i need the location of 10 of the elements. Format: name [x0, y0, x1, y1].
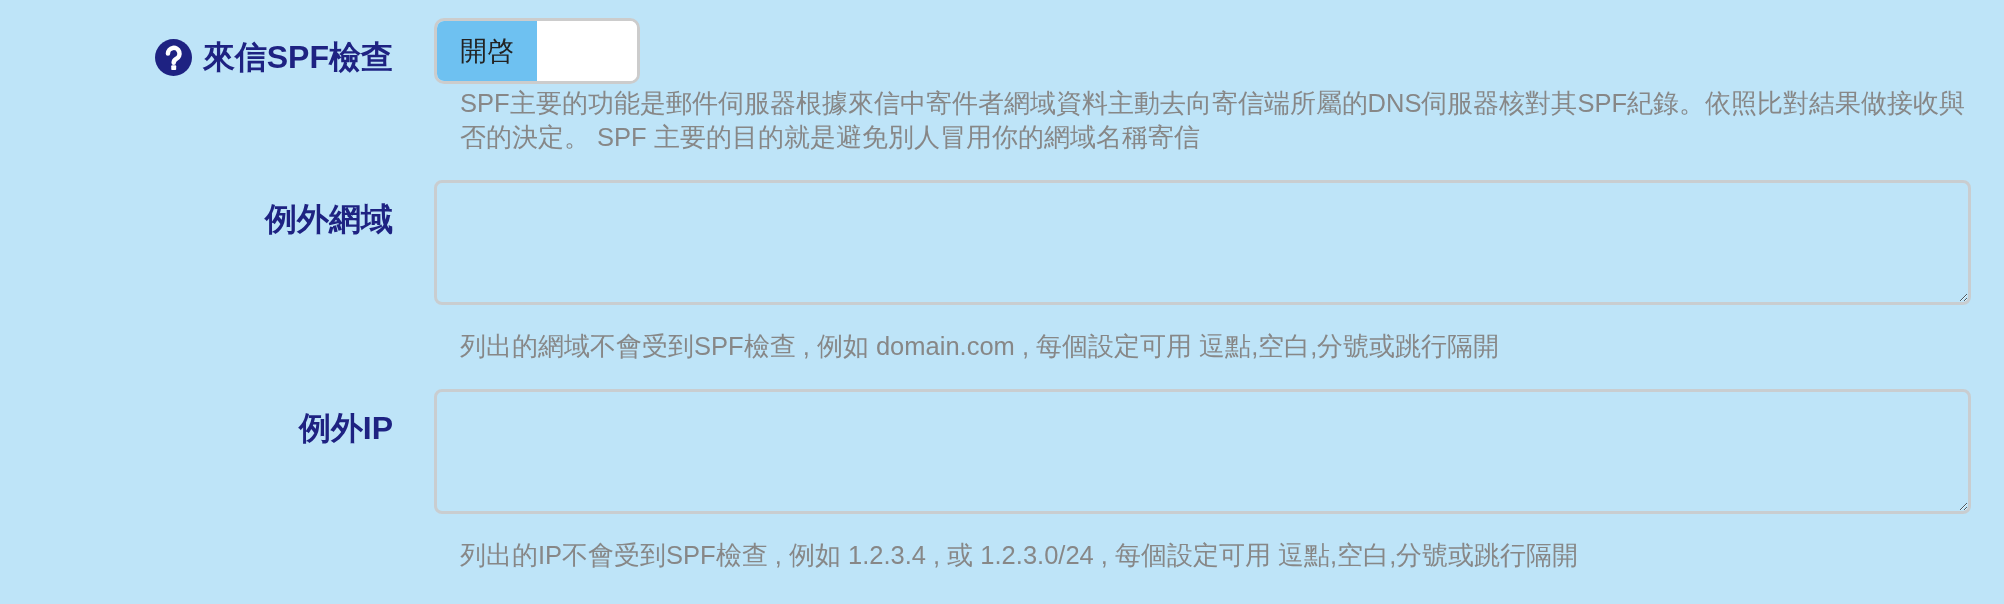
- textarea-field[interactable]: [434, 389, 1971, 514]
- help-text: SPF主要的功能是郵件伺服器根據來信中寄件者網域資料主動去向寄信端所屬的DNS伺服器核對其SPF紀錄。依照比對結果做接收與否的決定。 SPF 主要的目的就是避免別人冒用你的網域名稱寄信: [459, 88, 1967, 153]
- textarea-field[interactable]: [434, 180, 1971, 305]
- toggle-switch[interactable]: 開啓: [434, 18, 640, 84]
- field-label: 來信SPF檢查: [202, 39, 393, 75]
- help-text: 列出的網域不會受到SPF檢查 , 例如 domain.com , 每個設定可用 逗點,空白,分號或跳行隔開: [459, 331, 1501, 362]
- help-icon[interactable]: [154, 38, 192, 76]
- field-label: 例外網域: [265, 201, 393, 237]
- help-text: 列出的IP不會受到SPF檢查 , 例如 1.2.3.4 , 或 1.2.3.0/24 , 每個設定可用 逗點,空白,分號或跳行隔開: [459, 540, 1580, 571]
- field-label: 例外IP: [298, 410, 393, 446]
